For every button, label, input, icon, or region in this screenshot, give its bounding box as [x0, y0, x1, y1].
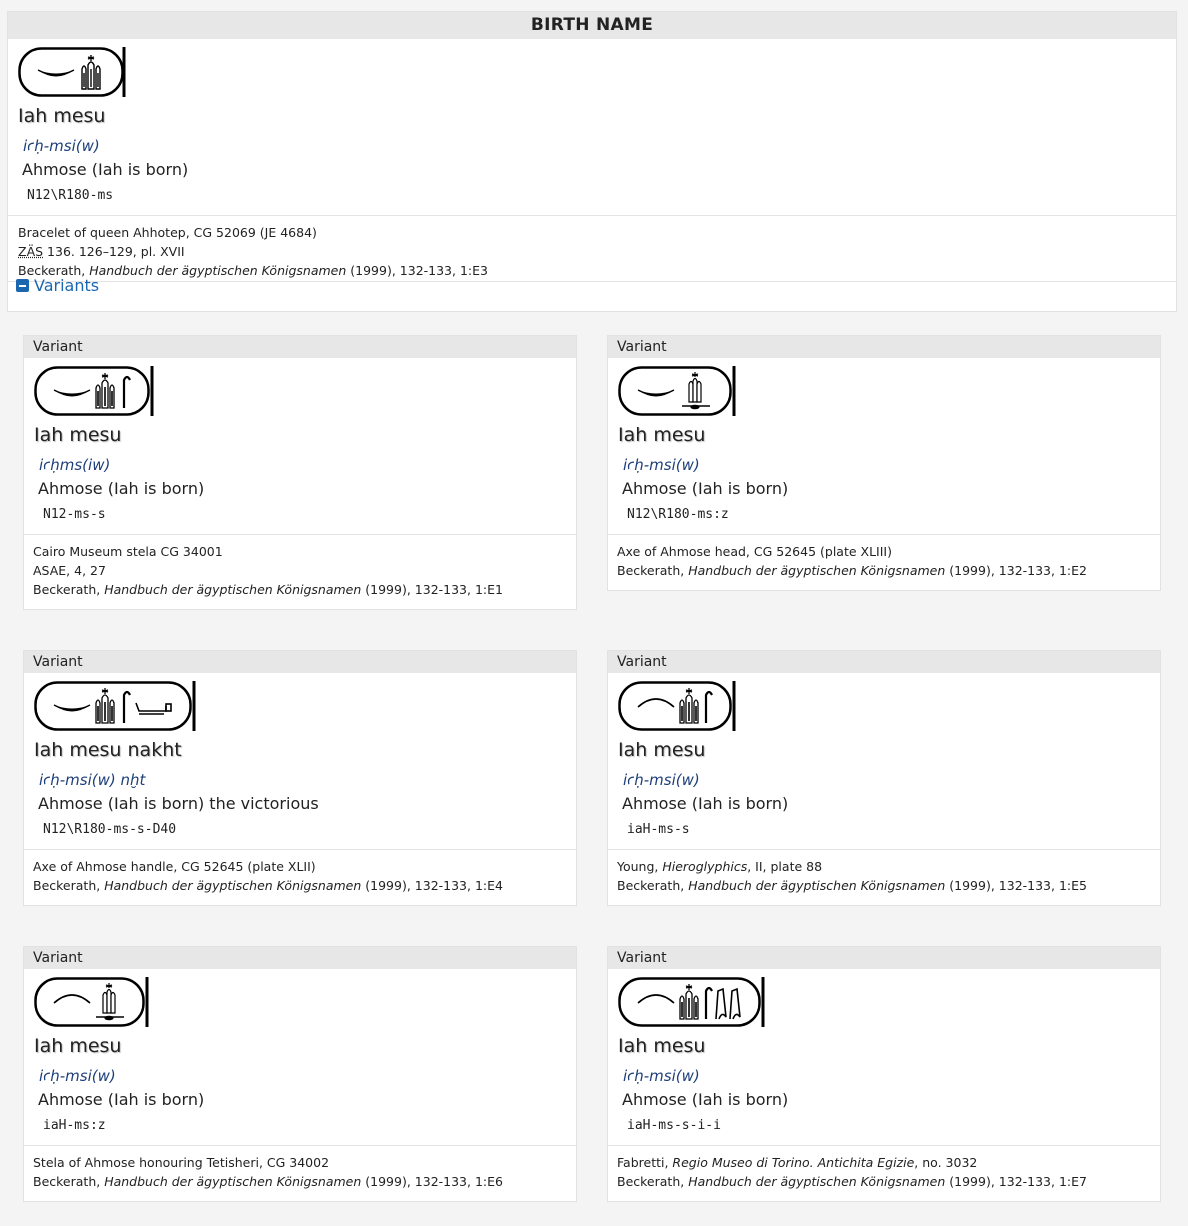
zas-abbreviation: ZÄS [18, 244, 44, 259]
name-title: Iah mesu [18, 105, 106, 127]
mdc-code: N12-ms-s [43, 507, 106, 522]
variant-card: Variant Iah mesu iꜥḥ-msi(w) Ahmose (Iah … [607, 335, 1161, 591]
main-references: Bracelet of queen Ahhotep, CG 52069 (JE … [8, 216, 1176, 282]
reference-line: ASAE, 4, 27 [33, 563, 106, 578]
cartouche [34, 977, 149, 1029]
variant-header: Variant [24, 336, 576, 358]
name-title: Iah mesu [618, 739, 706, 761]
name-title: Iah mesu [618, 424, 706, 446]
name-title: Iah mesu nakht [34, 739, 182, 761]
mdc-code: iaH-ms:z [43, 1118, 106, 1133]
birth-name-panel: BIRTH NAME Iah mesu iꜥḥ-msi(w) Ahmose (I… [7, 11, 1177, 312]
reference-line: Axe of Ahmose handle, CG 52645 (plate XL… [33, 859, 316, 874]
reference-line: Young, Hieroglyphics, II, plate 88 [617, 859, 823, 874]
variant-header: Variant [608, 336, 1160, 358]
variant-card: Variant Iah mesu iꜥḥ-msi(w) Ahmose (Iah … [23, 946, 577, 1202]
reference-line: Beckerath, Handbuch der ägyptischen Köni… [617, 1174, 1087, 1189]
reference-line: Beckerath, Handbuch der ägyptischen Köni… [33, 582, 503, 597]
name-title: Iah mesu [618, 1035, 706, 1057]
reference-line: Beckerath, Handbuch der ägyptischen Köni… [33, 1174, 503, 1189]
variant-card: Variant Iah mesu nakht iꜥḥ-msi(w) nḫt Ah… [23, 650, 577, 906]
reference-line: Beckerath, Handbuch der ägyptischen Köni… [33, 878, 503, 893]
meaning: Ahmose (Iah is born) the victorious [38, 794, 319, 813]
cartouche-main [18, 47, 128, 99]
cartouche [618, 681, 736, 733]
variant-name-block: Iah mesu iꜥḥ-msi(w) Ahmose (Iah is born)… [608, 358, 1160, 535]
variant-name-block: Iah mesu iꜥḥ-msi(w) Ahmose (Iah is born)… [608, 969, 1160, 1146]
variant-header: Variant [24, 651, 576, 673]
minus-square-icon [16, 279, 29, 292]
reference-line: Cairo Museum stela CG 34001 [33, 544, 223, 559]
variant-name-block: Iah mesu iꜥḥ-msi(w) Ahmose (Iah is born)… [24, 969, 576, 1146]
main-name-block: Iah mesu iꜥḥ-msi(w) Ahmose (Iah is born)… [8, 39, 1176, 216]
reference-line: ZÄS 136. 126–129, pl. XVII [18, 244, 185, 259]
variant-name-block: Iah mesu iꜥḥms(iw) Ahmose (Iah is born) … [24, 358, 576, 535]
transliteration: iꜥḥ-msi(w) [39, 1067, 116, 1085]
mdc-code: N12\R180-ms [27, 188, 114, 203]
meaning: Ahmose (Iah is born) [22, 160, 189, 179]
transliteration: iꜥḥms(iw) [39, 456, 111, 474]
meaning: Ahmose (Iah is born) [38, 1090, 205, 1109]
mdc-code: N12\R180-ms-s-D40 [43, 822, 177, 837]
variant-references: Fabretti, Regio Museo di Torino. Antichi… [608, 1146, 1160, 1201]
transliteration: iꜥḥ-msi(w) [623, 771, 700, 789]
variant-card: Variant Iah mesu iꜥḥ-msi(w) Ahmose (Iah … [607, 650, 1161, 906]
transliteration: iꜥḥ-msi(w) nḫt [39, 771, 146, 789]
variant-header: Variant [24, 947, 576, 969]
meaning: Ahmose (Iah is born) [622, 794, 789, 813]
reference-line: Fabretti, Regio Museo di Torino. Antichi… [617, 1155, 978, 1170]
variant-card: Variant Iah mesu iꜥḥms(iw) Ahmose (Iah i… [23, 335, 577, 610]
mdc-code: iaH-ms-s-i-i [627, 1118, 721, 1133]
variant-references: Cairo Museum stela CG 34001 ASAE, 4, 27 Be… [24, 535, 576, 609]
variant-header: Variant [608, 651, 1160, 673]
variant-name-block: Iah mesu iꜥḥ-msi(w) Ahmose (Iah is born)… [608, 673, 1160, 850]
transliteration: iꜥḥ-msi(w) [23, 137, 100, 155]
name-title: Iah mesu [34, 424, 122, 446]
transliteration: iꜥḥ-msi(w) [623, 456, 700, 474]
cartouche [618, 366, 736, 418]
transliteration: iꜥḥ-msi(w) [623, 1067, 700, 1085]
variants-toggle[interactable]: Variants [16, 276, 99, 295]
variant-references: Young, Hieroglyphics, II, plate 88 Becker… [608, 850, 1160, 905]
cartouche [34, 366, 154, 418]
variant-references: Stela of Ahmose honouring Tetisheri, CG … [24, 1146, 576, 1201]
section-header: BIRTH NAME [8, 12, 1176, 39]
cartouche [34, 681, 196, 733]
reference-line: Beckerath, Handbuch der ägyptischen Köni… [617, 563, 1087, 578]
meaning: Ahmose (Iah is born) [622, 1090, 789, 1109]
meaning: Ahmose (Iah is born) [38, 479, 205, 498]
name-title: Iah mesu [34, 1035, 122, 1057]
reference-line: Axe of Ahmose head, CG 52645 (plate XLII… [617, 544, 892, 559]
variant-card: Variant Iah mesu iꜥḥ-msi(w) Ahmose (Iah … [607, 946, 1161, 1202]
variant-header: Variant [608, 947, 1160, 969]
meaning: Ahmose (Iah is born) [622, 479, 789, 498]
mdc-code: N12\R180-ms:z [627, 507, 729, 522]
variant-name-block: Iah mesu nakht iꜥḥ-msi(w) nḫt Ahmose (Ia… [24, 673, 576, 850]
variant-references: Axe of Ahmose handle, CG 52645 (plate XL… [24, 850, 576, 905]
cartouche [618, 977, 765, 1029]
variant-references: Axe of Ahmose head, CG 52645 (plate XLII… [608, 535, 1160, 590]
variants-toggle-label[interactable]: Variants [34, 276, 99, 295]
reference-line: Bracelet of queen Ahhotep, CG 52069 (JE … [18, 225, 317, 240]
mdc-code: iaH-ms-s [627, 822, 690, 837]
reference-line: Stela of Ahmose honouring Tetisheri, CG … [33, 1155, 330, 1170]
reference-line: Beckerath, Handbuch der ägyptischen Köni… [617, 878, 1087, 893]
